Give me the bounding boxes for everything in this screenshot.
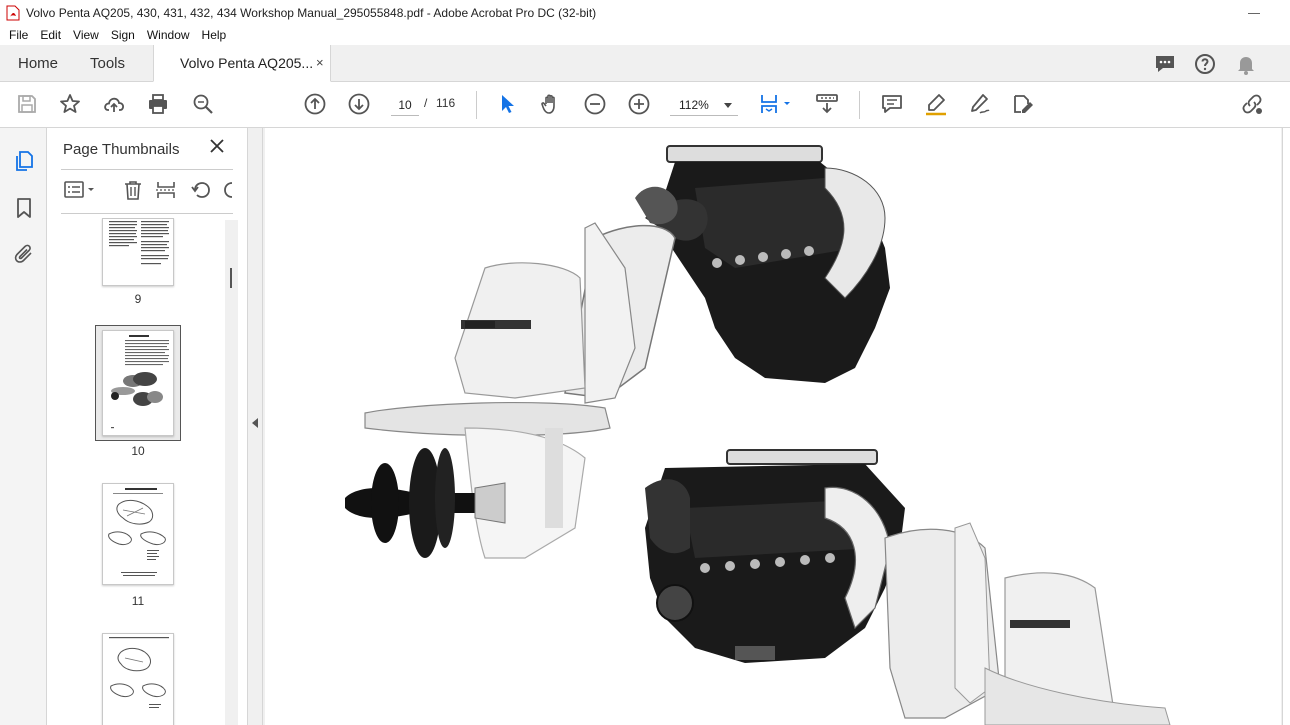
toolbar-divider [859, 91, 860, 119]
zoom-in-icon[interactable] [627, 92, 651, 116]
close-tab-icon[interactable]: × [316, 55, 324, 70]
thumbnail-scrollbar[interactable] [225, 220, 238, 725]
scrollbar-thumb[interactable] [230, 268, 232, 288]
menu-sign[interactable]: Sign [111, 28, 135, 42]
collapse-arrow-icon [252, 418, 258, 428]
main-toolbar: 10 / 116 112% [0, 82, 1290, 128]
attachments-paperclip-icon[interactable] [12, 242, 36, 266]
bookmark-star-icon[interactable] [58, 92, 82, 116]
bookmarks-icon[interactable] [12, 196, 36, 220]
engine-photo-illustration [345, 145, 1171, 725]
menu-bar: File Edit View Sign Window Help [0, 25, 1290, 45]
page-thumbnails-panel: Page Thumbnails 9 10 11 [47, 128, 247, 725]
thumbnail-page-label: 11 [131, 594, 145, 608]
fill-sign-icon[interactable] [1011, 92, 1035, 116]
insert-pages-icon[interactable] [155, 179, 177, 201]
page-display-icon[interactable] [759, 92, 793, 116]
print-icon[interactable] [146, 92, 170, 116]
zoom-level-dropdown[interactable]: 112% [670, 94, 738, 116]
tab-tools[interactable]: Tools [90, 55, 125, 72]
page-number-input[interactable]: 10 [391, 94, 419, 116]
total-pages: 116 [436, 96, 456, 110]
draw-freehand-icon[interactable] [968, 92, 992, 116]
panel-divider [61, 169, 233, 170]
thumbnail-page-label: 9 [134, 292, 142, 306]
acrobat-logo-icon [6, 5, 20, 20]
document-right-edge [1282, 128, 1290, 725]
menu-view[interactable]: View [73, 28, 99, 42]
page-12-preview [109, 637, 169, 708]
window-title: Volvo Penta AQ205, 430, 431, 432, 434 Wo… [26, 5, 597, 20]
menu-edit[interactable]: Edit [40, 28, 61, 42]
thumbnail-page-11[interactable] [102, 483, 174, 585]
page-9-preview [109, 221, 169, 265]
page-separator: / [424, 96, 428, 110]
notifications-bell-icon[interactable] [1234, 52, 1258, 76]
tab-home[interactable]: Home [18, 55, 58, 72]
page-11-preview [108, 488, 166, 576]
thumbnail-page-9[interactable] [102, 218, 174, 286]
thumbnail-page-label: 10 [131, 444, 145, 458]
upload-cloud-icon[interactable] [102, 92, 126, 116]
comment-bubble-icon[interactable] [1153, 52, 1177, 76]
help-icon[interactable] [1193, 52, 1217, 76]
rotate-clockwise-icon[interactable] [220, 179, 232, 201]
hand-tool-icon[interactable] [539, 92, 563, 116]
menu-help[interactable]: Help [202, 28, 227, 42]
select-cursor-icon[interactable] [496, 92, 520, 116]
thumbnail-list[interactable]: 9 10 11 [47, 218, 225, 725]
menu-file[interactable]: File [9, 28, 28, 42]
next-page-icon[interactable] [347, 92, 371, 116]
close-panel-icon[interactable] [209, 138, 225, 154]
zoom-level-value: 112% [679, 98, 709, 112]
share-link-icon[interactable] [1240, 92, 1264, 116]
previous-page-icon[interactable] [303, 92, 327, 116]
minimize-button[interactable] [1248, 4, 1260, 14]
tab-bar: Home Tools Volvo Penta AQ205... × [0, 45, 1290, 82]
tab-document[interactable]: Volvo Penta AQ205... × [153, 45, 331, 82]
pdf-page[interactable] [265, 128, 1281, 725]
zoom-search-icon[interactable] [191, 92, 215, 116]
panel-divider [61, 213, 233, 214]
highlight-pen-icon[interactable] [924, 92, 948, 116]
zoom-out-icon[interactable] [583, 92, 607, 116]
navigation-rail [0, 128, 47, 725]
page-10-preview [111, 335, 169, 429]
menu-window[interactable]: Window [147, 28, 190, 42]
add-comment-icon[interactable] [880, 92, 904, 116]
rotate-counterclockwise-icon[interactable] [190, 179, 212, 201]
title-bar: Volvo Penta AQ205, 430, 431, 432, 434 Wo… [0, 0, 1290, 25]
panel-title: Page Thumbnails [63, 141, 180, 158]
page-thumbnails-icon[interactable] [12, 149, 36, 173]
lower-engine-drive [645, 449, 1171, 725]
delete-pages-icon[interactable] [122, 179, 144, 201]
chevron-down-icon [724, 103, 732, 108]
thumbnail-page-12[interactable] [102, 633, 174, 725]
tab-document-label: Volvo Penta AQ205... [180, 55, 314, 71]
save-icon[interactable] [15, 92, 39, 116]
thumbnail-page-10[interactable] [102, 330, 174, 436]
scroll-mode-icon[interactable] [815, 92, 839, 116]
collapse-panel-toggle[interactable] [247, 128, 263, 725]
thumbnail-options-icon[interactable] [63, 179, 99, 201]
toolbar-divider [476, 91, 477, 119]
document-view[interactable] [263, 128, 1290, 725]
